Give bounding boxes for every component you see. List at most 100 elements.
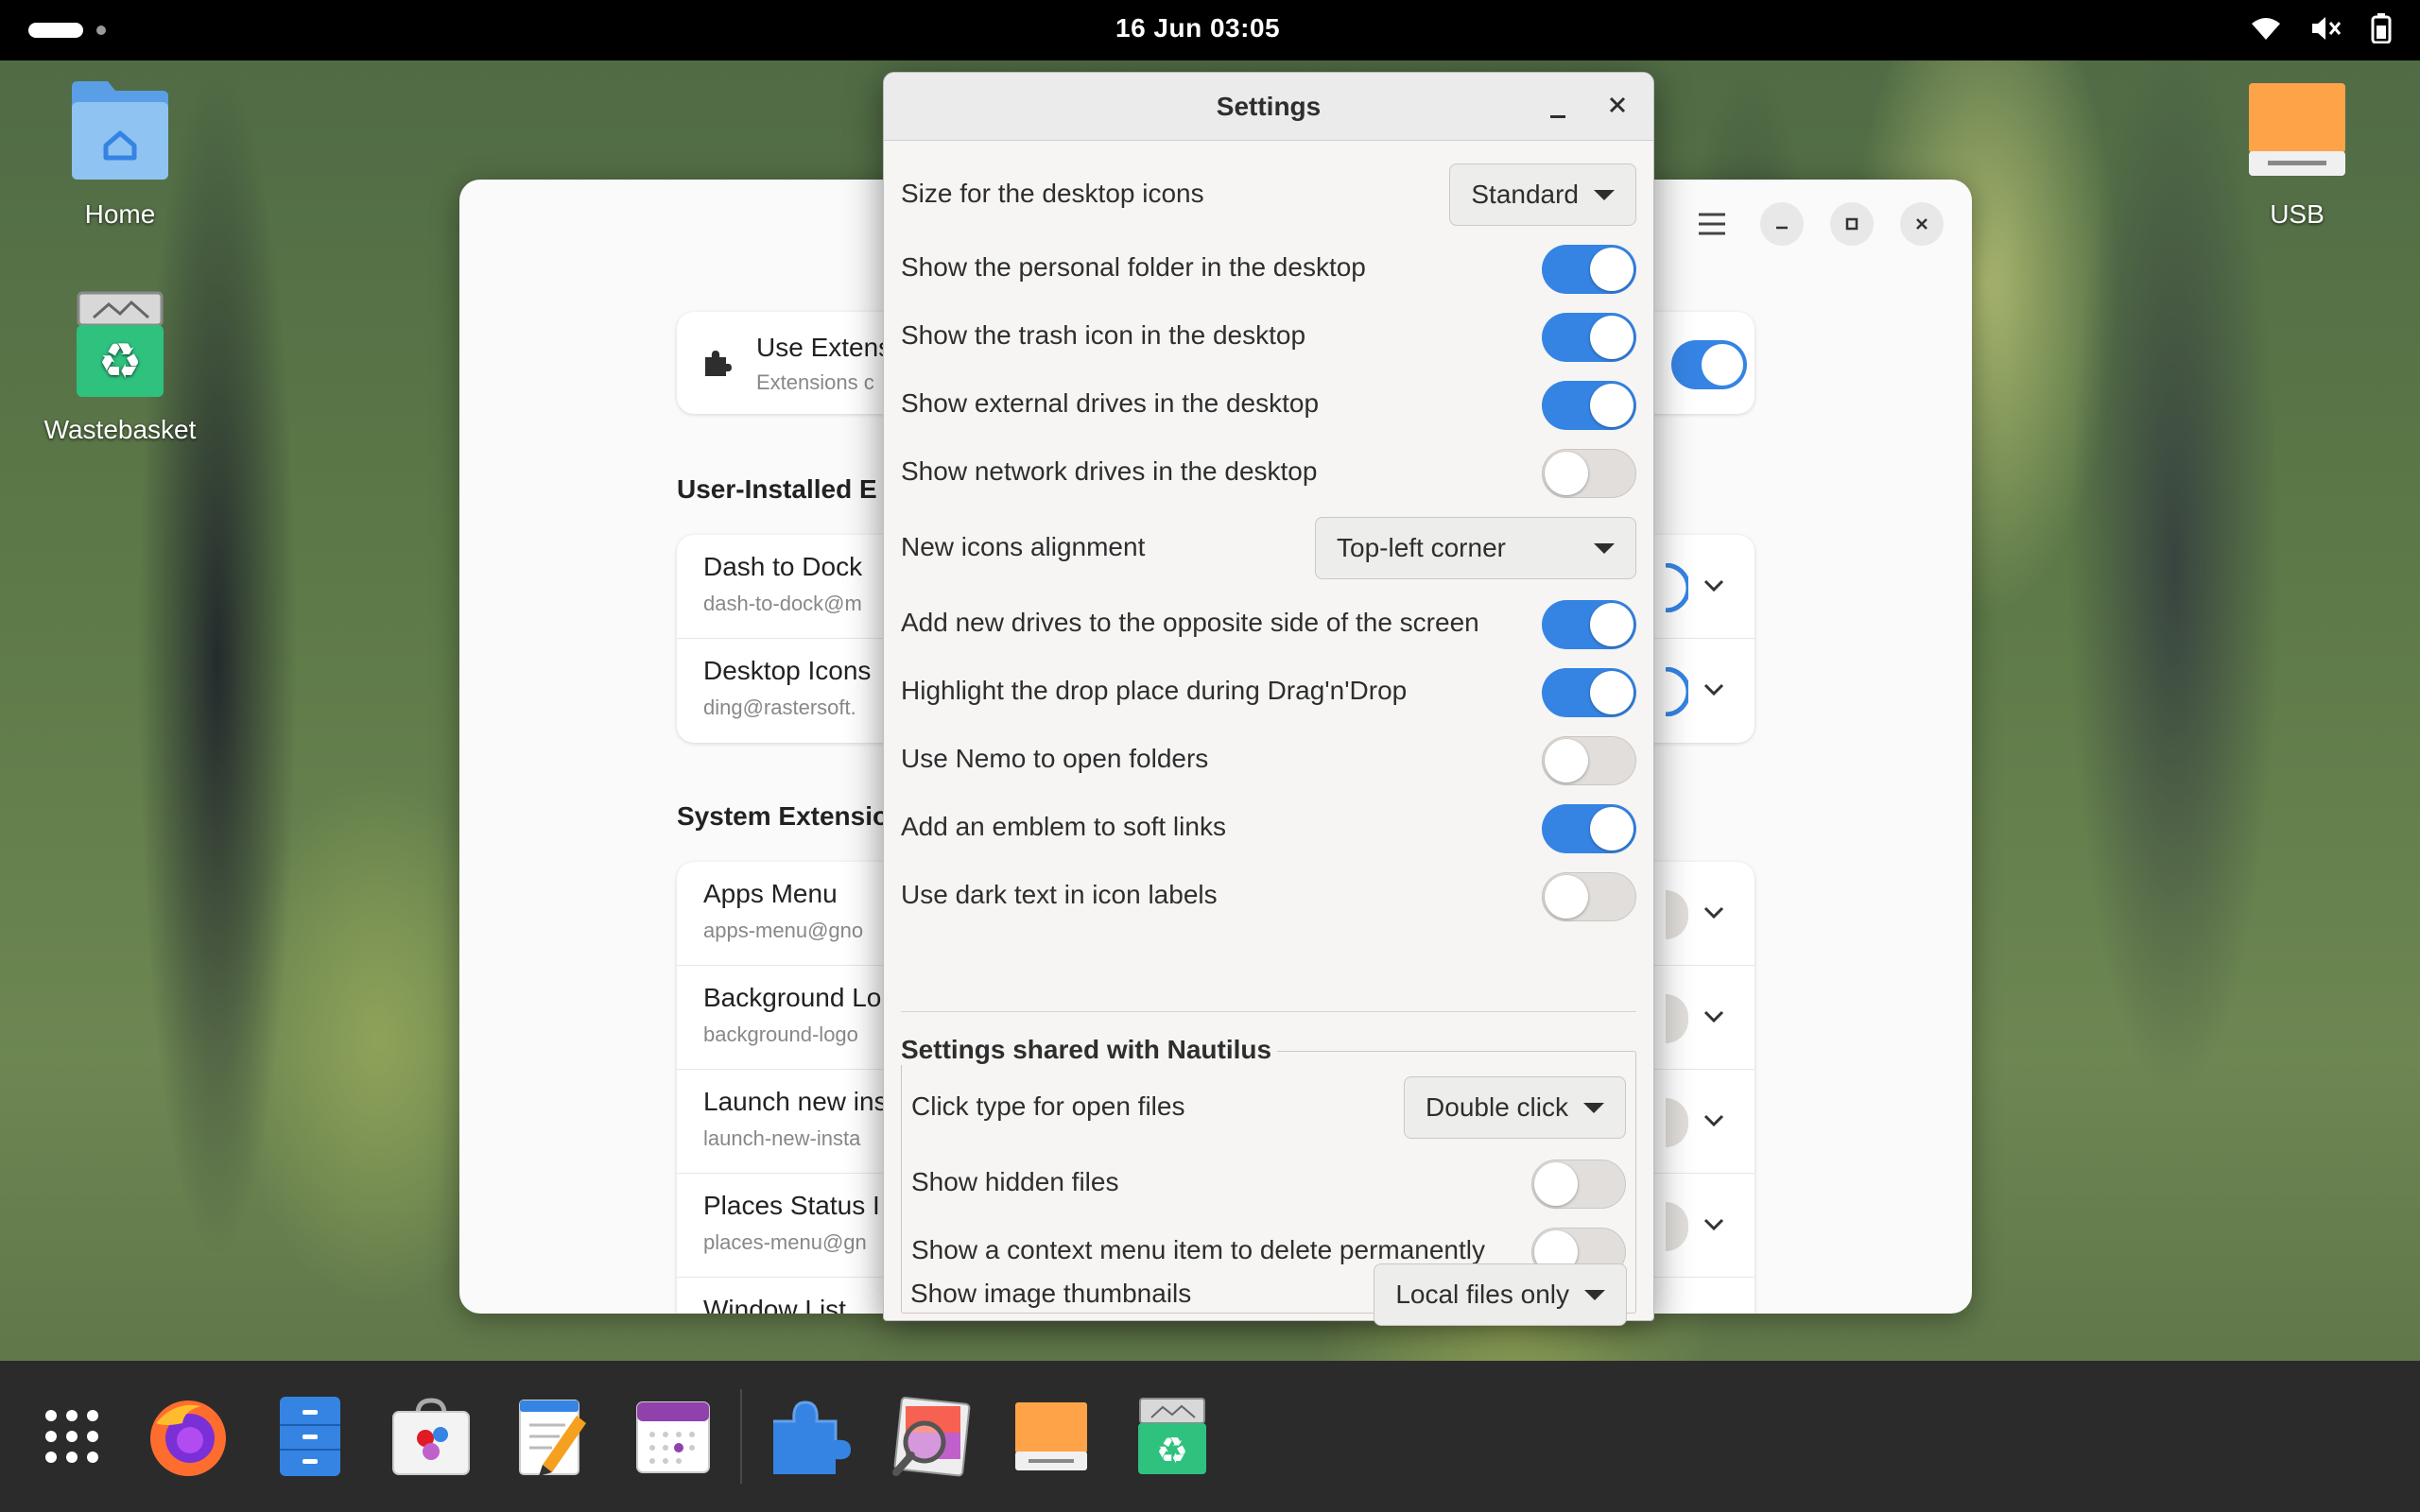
setting-row-image-thumbnails: Show image thumbnails Local files only [910, 1263, 1627, 1326]
dropdown-value: Standard [1471, 180, 1579, 209]
chevron-down-icon[interactable] [1702, 900, 1726, 929]
setting-label: Show the personal folder in the desktop [901, 252, 1366, 282]
extension-toggle[interactable] [1666, 890, 1688, 939]
extension-title: Launch new ins [703, 1087, 888, 1116]
desktop-icon-home[interactable]: Home [26, 79, 215, 230]
image-thumbnails-dropdown[interactable]: Local files only [1374, 1263, 1627, 1326]
extension-subtitle: ding@rastersoft. [703, 696, 856, 719]
network-drives-toggle[interactable] [1542, 449, 1636, 498]
puzzle-icon [701, 348, 732, 383]
dock-item-text-editor[interactable] [512, 1399, 592, 1478]
app-grid-button[interactable] [32, 1399, 112, 1478]
setting-row-soft-links-emblem: Add an emblem to soft links [901, 799, 1636, 855]
setting-row-use-nemo: Use Nemo to open folders [901, 730, 1636, 787]
menu-icon[interactable] [1690, 202, 1734, 246]
dock: ♻ [0, 1361, 2420, 1512]
setting-row-icons-alignment: New icons alignment Top-left corner [901, 517, 1636, 579]
minimize-button[interactable] [1760, 202, 1804, 246]
chevron-down-icon[interactable] [1702, 1108, 1726, 1137]
opposite-side-toggle[interactable] [1542, 600, 1636, 649]
extension-toggle[interactable] [1666, 1202, 1688, 1251]
chevron-down-icon[interactable] [1702, 677, 1726, 706]
wastebasket-icon: ♻ [1136, 1397, 1208, 1481]
dropdown-arrow-icon [1584, 1289, 1605, 1300]
home-folder-icon [70, 81, 170, 189]
extension-title: Places Status I [703, 1191, 880, 1220]
dock-item-usb[interactable] [1011, 1399, 1091, 1478]
extensions-icon [768, 1395, 851, 1483]
use-nemo-toggle[interactable] [1542, 736, 1636, 785]
chevron-down-icon[interactable] [1702, 1211, 1726, 1241]
use-extensions-toggle[interactable] [1671, 340, 1747, 389]
dark-text-toggle[interactable] [1542, 872, 1636, 921]
dock-item-files[interactable] [270, 1396, 350, 1478]
desktop-icon-wastebasket[interactable]: ♻ Wastebasket [26, 291, 215, 445]
app-grid-icon [42, 1406, 102, 1471]
dropdown-arrow-icon [1594, 189, 1615, 200]
personal-folder-toggle[interactable] [1542, 245, 1636, 294]
divider [901, 1011, 1636, 1012]
dropdown-arrow-icon [1583, 1102, 1604, 1113]
setting-label: Show external drives in the desktop [901, 388, 1320, 418]
settings-dialog[interactable]: Settings Size for the desktop icons Stan… [883, 72, 1654, 1326]
setting-label: Size for the desktop icons [901, 179, 1204, 208]
highlight-drop-toggle[interactable] [1542, 668, 1636, 717]
setting-row-highlight-drop: Highlight the drop place during Drag'n'D… [901, 662, 1636, 719]
text-editor-icon [514, 1395, 590, 1483]
extension-title: Background Lo [703, 983, 882, 1012]
setting-label: Show a context menu item to delete perma… [911, 1235, 1486, 1264]
firefox-icon [147, 1395, 230, 1483]
dock-item-software[interactable] [391, 1397, 471, 1478]
setting-label: New icons alignment [901, 532, 1146, 561]
activities-button[interactable] [28, 23, 106, 38]
icons-alignment-dropdown[interactable]: Top-left corner [1315, 517, 1636, 579]
system-extensions-heading: System Extensio [677, 801, 890, 831]
hidden-files-toggle[interactable] [1531, 1160, 1626, 1209]
extension-toggle[interactable] [1665, 666, 1691, 717]
minimize-icon [1550, 115, 1565, 118]
extension-subtitle: apps-menu@gno [703, 919, 864, 942]
workspace-indicator-active [28, 23, 83, 38]
extension-toggle[interactable] [1666, 994, 1688, 1043]
dock-item-firefox[interactable] [148, 1399, 228, 1478]
click-type-dropdown[interactable]: Double click [1404, 1076, 1626, 1139]
dock-item-wastebasket[interactable]: ♻ [1132, 1397, 1212, 1481]
usb-drive-icon [1013, 1399, 1089, 1479]
dropdown-value: Top-left corner [1337, 533, 1506, 562]
icon-size-dropdown[interactable]: Standard [1449, 163, 1636, 226]
dock-item-extensions[interactable] [769, 1399, 851, 1478]
files-icon [276, 1395, 344, 1483]
close-button[interactable] [1900, 202, 1944, 246]
desktop-icon-usb[interactable]: USB [2203, 79, 2392, 230]
setting-label: Show network drives in the desktop [901, 456, 1318, 486]
setting-row-network-drives: Show network drives in the desktop [901, 443, 1636, 500]
svg-text:♻: ♻ [98, 334, 143, 390]
chevron-down-icon[interactable] [1702, 1004, 1726, 1033]
calendar-icon [633, 1397, 713, 1481]
setting-row-external-drives: Show external drives in the desktop [901, 375, 1636, 432]
setting-label: Show the trash icon in the desktop [901, 320, 1306, 350]
setting-row-trash-icon: Show the trash icon in the desktop [901, 307, 1636, 364]
close-button[interactable] [1600, 90, 1634, 124]
minimize-button[interactable] [1544, 94, 1572, 122]
external-drives-toggle[interactable] [1542, 381, 1636, 430]
system-tray[interactable] [2250, 13, 2392, 43]
setting-label: Add new drives to the opposite side of t… [901, 608, 1479, 637]
clock[interactable]: 16 Jun 03:05 [1115, 13, 1280, 43]
dock-item-calendar[interactable] [633, 1399, 713, 1478]
maximize-button[interactable] [1830, 202, 1874, 246]
trash-icon-toggle[interactable] [1542, 313, 1636, 362]
chevron-down-icon[interactable] [1702, 573, 1726, 602]
dock-separator [740, 1389, 742, 1484]
soft-links-emblem-toggle[interactable] [1542, 804, 1636, 853]
software-icon [389, 1395, 473, 1483]
extension-toggle[interactable] [1666, 1098, 1688, 1147]
dock-item-image-viewer[interactable] [890, 1396, 971, 1478]
usb-drive-icon [2247, 83, 2347, 189]
dialog-header: Settings [884, 73, 1653, 141]
setting-row-personal-folder: Show the personal folder in the desktop [901, 239, 1636, 296]
volume-muted-icon [2310, 14, 2342, 43]
setting-row-icon-size: Size for the desktop icons Standard [901, 163, 1636, 226]
extension-toggle[interactable] [1665, 562, 1691, 613]
setting-label: Click type for open files [911, 1091, 1185, 1121]
